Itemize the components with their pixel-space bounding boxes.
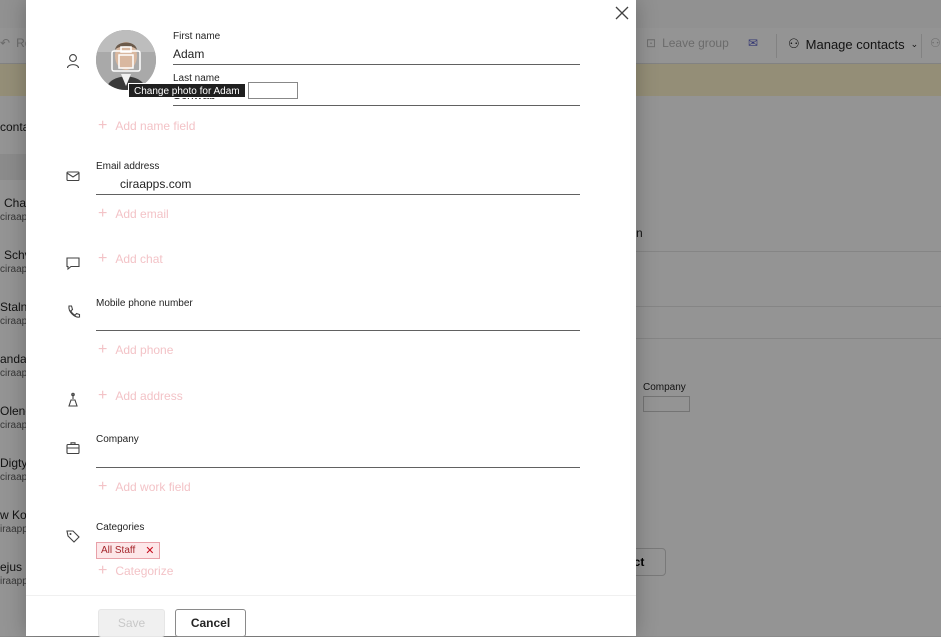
plus-icon: + bbox=[98, 478, 108, 495]
avatar-tooltip: Change photo for Adam bbox=[128, 83, 246, 98]
categorize-button[interactable]: + Categorize bbox=[98, 562, 173, 579]
address-icon bbox=[68, 392, 78, 407]
plus-icon: + bbox=[98, 387, 108, 404]
mail-icon bbox=[66, 171, 80, 182]
remove-category-icon[interactable]: ✕ bbox=[145, 544, 154, 557]
camera-icon bbox=[111, 46, 141, 72]
company-label: Company bbox=[96, 434, 139, 445]
email-field[interactable] bbox=[96, 175, 580, 195]
plus-icon: + bbox=[98, 562, 108, 579]
categories-label: Categories bbox=[96, 522, 145, 533]
tooltip-shadow-box bbox=[248, 82, 298, 99]
person-icon bbox=[66, 54, 80, 69]
save-button[interactable]: Save bbox=[98, 609, 165, 637]
briefcase-icon bbox=[66, 442, 80, 455]
add-work-field-button[interactable]: + Add work field bbox=[98, 478, 191, 495]
add-email-button[interactable]: + Add email bbox=[98, 205, 169, 222]
plus-icon: + bbox=[98, 117, 108, 134]
plus-icon: + bbox=[98, 341, 108, 358]
avatar[interactable] bbox=[96, 30, 156, 90]
plus-icon: + bbox=[98, 250, 108, 267]
mobile-phone-field[interactable] bbox=[96, 311, 580, 331]
close-icon[interactable] bbox=[612, 3, 632, 23]
add-name-field-button[interactable]: + Add name field bbox=[98, 117, 195, 134]
phone-icon bbox=[68, 305, 81, 318]
add-address-button[interactable]: + Add address bbox=[98, 387, 183, 404]
plus-icon: + bbox=[98, 205, 108, 222]
chat-icon bbox=[66, 257, 80, 271]
company-field[interactable] bbox=[96, 448, 580, 468]
mobile-phone-label: Mobile phone number bbox=[96, 298, 193, 309]
tag-icon bbox=[66, 530, 80, 543]
email-label: Email address bbox=[96, 161, 160, 172]
first-name-label: First name bbox=[173, 31, 221, 42]
add-chat-button[interactable]: + Add chat bbox=[98, 250, 163, 267]
dialog-footer: Save Cancel bbox=[26, 595, 636, 637]
edit-contact-dialog: First name Last name Change photo for Ad… bbox=[26, 0, 636, 637]
cancel-button[interactable]: Cancel bbox=[175, 609, 246, 637]
category-tag-all-staff[interactable]: All Staff ✕ bbox=[96, 542, 160, 559]
first-name-field[interactable] bbox=[173, 45, 580, 65]
add-phone-button[interactable]: + Add phone bbox=[98, 341, 173, 358]
